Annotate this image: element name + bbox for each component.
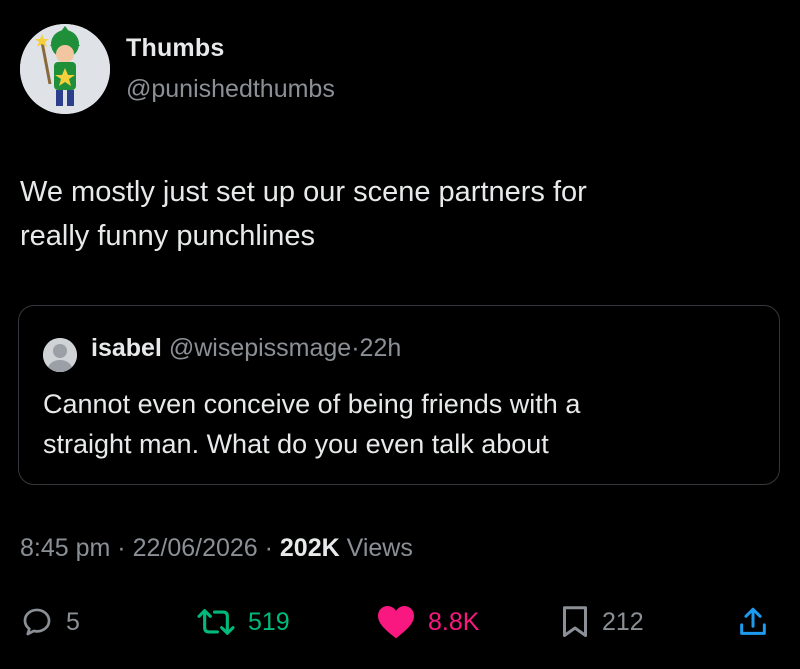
- reply-button[interactable]: 5: [20, 596, 80, 648]
- meta-separator: ·: [257, 534, 280, 562]
- meta-separator: ·: [110, 534, 133, 562]
- tweet-text: We mostly just set up our scene partners…: [20, 170, 780, 258]
- like-button[interactable]: 8.8K: [376, 596, 479, 648]
- quote-separator: ·: [351, 334, 360, 362]
- bookmark-icon: [563, 606, 587, 637]
- tweet-text-line: really funny punchlines: [20, 220, 316, 252]
- reply-icon: [23, 608, 51, 636]
- quote-text: Cannot even conceive of being friends wi…: [43, 384, 763, 464]
- quote-avatar[interactable]: [43, 338, 77, 372]
- quoted-tweet[interactable]: isabel @wisepissmage·22h Cannot even con…: [18, 305, 780, 485]
- quote-author-name[interactable]: isabel: [91, 334, 162, 362]
- heart-icon: [378, 605, 414, 639]
- retweet-button[interactable]: 519: [196, 596, 290, 648]
- share-icon: [740, 607, 766, 635]
- views-label: Views: [339, 534, 413, 562]
- quote-text-line: Cannot even conceive of being friends wi…: [43, 389, 581, 419]
- tweet-date[interactable]: 22/06/2026: [133, 534, 258, 562]
- wizard-character-icon: [20, 24, 110, 114]
- quote-author-handle[interactable]: @wisepissmage: [169, 334, 351, 362]
- quote-header: isabel @wisepissmage·22h: [91, 334, 401, 363]
- quote-timestamp[interactable]: 22h: [360, 334, 402, 362]
- tweet-meta: 8:45 pm · 22/06/2026 · 202K Views: [20, 534, 413, 563]
- user-photo-icon: [43, 338, 77, 372]
- like-count: 8.8K: [428, 607, 480, 636]
- bookmark-button[interactable]: 212: [560, 596, 644, 648]
- author-avatar[interactable]: [20, 24, 110, 114]
- author-handle[interactable]: @punishedthumbs: [126, 75, 335, 104]
- retweet-count: 519: [248, 607, 290, 636]
- tweet-card: Thumbs @punishedthumbs We mostly just se…: [0, 0, 800, 669]
- views-count: 202K: [279, 534, 340, 562]
- reply-count: 5: [66, 607, 80, 636]
- quote-text-line: straight man. What do you even talk abou…: [43, 429, 549, 459]
- tweet-time[interactable]: 8:45 pm: [20, 534, 110, 562]
- share-button[interactable]: [736, 596, 770, 648]
- action-bar: 5 519 8.8K 212: [0, 596, 800, 648]
- bookmark-count: 212: [602, 607, 644, 636]
- author-display-name[interactable]: Thumbs: [126, 34, 224, 63]
- retweet-icon: [197, 609, 235, 635]
- tweet-text-line: We mostly just set up our scene partners…: [20, 176, 587, 208]
